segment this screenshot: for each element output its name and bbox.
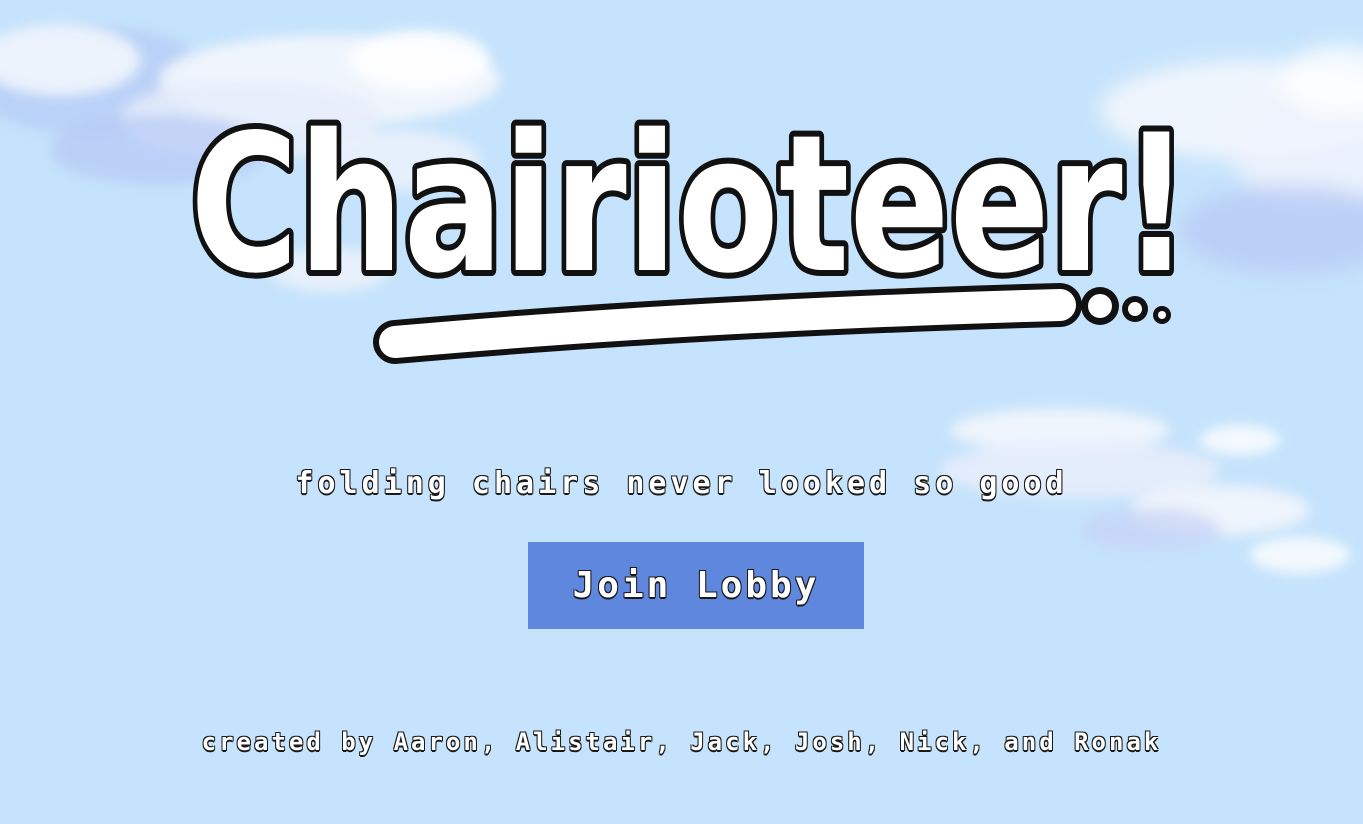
game-logo: Chairioteer! [184, 110, 1196, 364]
join-lobby-button[interactable]: Join Lobby [528, 542, 864, 629]
logo-title: Chairioteer! [190, 110, 1190, 315]
credits-text: created by Aaron, Alistair, Jack, Josh, … [201, 728, 1162, 756]
tagline: folding chairs never looked so good [295, 466, 1068, 501]
